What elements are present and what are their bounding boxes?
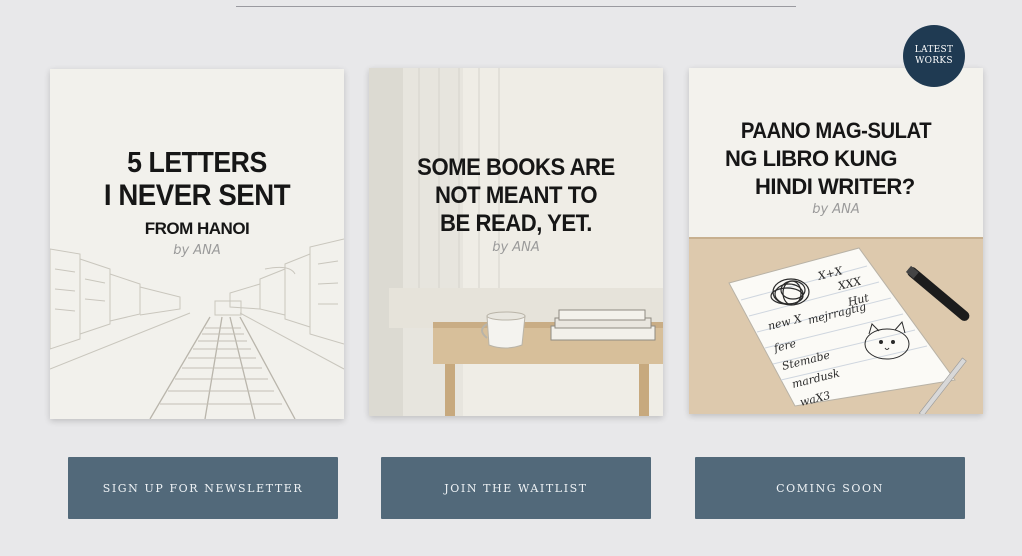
card-title-line-2: NOT MEANT TO [434,182,598,209]
newsletter-signup-button[interactable]: SIGN UP FOR NEWSLETTER [68,457,338,519]
card-title-line-2: I NEVER SENT [103,179,291,212]
card-title-line-3: BE READ, YET. [440,210,592,237]
card-title-line-3: FROM HANOI [144,219,250,238]
card-byline: by ANA [812,202,860,217]
card-title-line-1: PAANO MAG-SULAT [740,118,932,143]
card-title-line-2: NG LIBRO KUNG [725,146,897,171]
book-card-paano[interactable]: X+X XXX Hut new X mejrragtig fere Stemab… [689,68,983,414]
card-title-line-1: SOME BOOKS ARE [417,154,615,181]
badge-line-2: WORKS [915,56,953,66]
badge-line-1: LATEST [914,45,954,55]
coming-soon-button[interactable]: COMING SOON [695,457,965,519]
book-card-some-books[interactable]: SOME BOOKS ARE NOT MEANT TO BE READ, YET… [369,68,663,416]
card-title-line-3: HINDI WRITER? [755,174,915,199]
join-waitlist-button[interactable]: JOIN THE WAITLIST [381,457,651,519]
book-card-hanoi[interactable]: 5 LETTERS I NEVER SENT FROM HANOI by ANA [50,69,344,419]
card-byline: by ANA [173,243,221,258]
card-title-line-1: 5 LETTERS [127,147,267,179]
top-divider [236,6,796,7]
card-byline: by ANA [492,240,540,255]
latest-works-badge: LATEST WORKS [903,25,965,87]
